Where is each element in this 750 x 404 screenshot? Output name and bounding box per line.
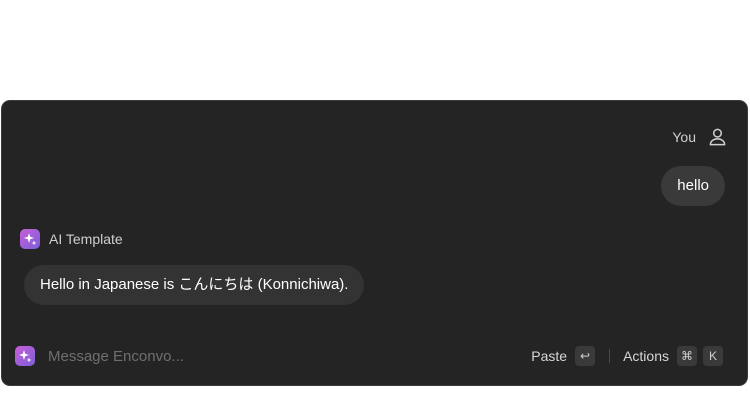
paste-action[interactable]: Paste ↩	[531, 346, 596, 366]
k-key: K	[703, 346, 723, 366]
actions-button[interactable]: Actions ⌘ K	[623, 346, 723, 366]
ai-message-bubble: Hello in Japanese is こんにちは (Konnichiwa).	[24, 265, 365, 305]
return-key-icon: ↩	[575, 346, 596, 366]
ai-message-header: AI Template	[20, 229, 123, 249]
user-message-header: You	[672, 127, 727, 146]
person-icon	[708, 127, 727, 146]
message-composer: Paste ↩ Actions ⌘ K	[15, 345, 723, 367]
actions-label: Actions	[623, 348, 669, 364]
sparkles-icon	[24, 233, 37, 246]
ai-name-label: AI Template	[49, 231, 123, 247]
command-key: ⌘	[677, 346, 697, 366]
paste-label: Paste	[531, 348, 568, 364]
ai-avatar	[20, 229, 40, 249]
composer-ai-avatar[interactable]	[15, 346, 35, 366]
user-name-label: You	[672, 128, 696, 145]
sparkles-icon	[19, 350, 32, 363]
chat-window: You hello AI Template Hello in Japanese …	[1, 100, 748, 386]
message-input[interactable]	[48, 347, 532, 365]
user-message-bubble: hello	[661, 166, 725, 206]
actions-divider	[609, 349, 611, 363]
